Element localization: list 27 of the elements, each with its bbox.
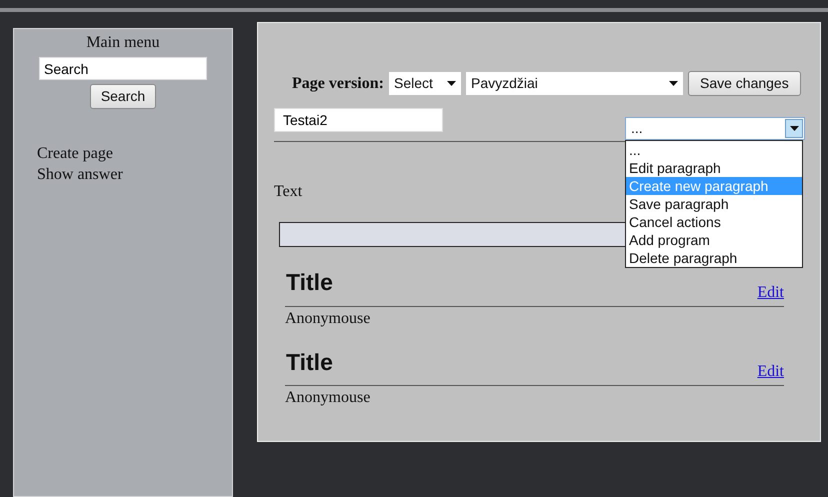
search-button[interactable]: Search xyxy=(90,84,156,109)
author-name: Anonymouse xyxy=(285,308,372,329)
caret-icon xyxy=(790,126,798,131)
search-field[interactable]: Search xyxy=(39,57,207,80)
paragraph-title: Title xyxy=(286,269,333,297)
page-version-label: Page version: xyxy=(292,74,384,94)
edit-link[interactable]: Edit xyxy=(757,280,784,305)
page-select[interactable]: Pavyzdžiai xyxy=(466,72,683,95)
text-label: Text xyxy=(274,182,302,202)
author-name: Anonymouse xyxy=(285,388,372,408)
dropdown-option[interactable]: Add program xyxy=(626,231,802,249)
paragraph-title: Title xyxy=(286,348,333,377)
menu-link[interactable]: Create page xyxy=(37,143,232,164)
dropdown-option[interactable]: Edit paragraph xyxy=(626,159,802,177)
dropdown-option[interactable]: Delete paragraph xyxy=(626,249,802,267)
version-select[interactable]: Select xyxy=(388,72,461,95)
menu-title: Main menu xyxy=(85,33,161,53)
dropdown-option[interactable]: ... xyxy=(626,141,802,159)
caret-icon xyxy=(446,81,456,86)
dropdown-option[interactable]: Save paragraph xyxy=(626,195,802,213)
menu-link[interactable]: Show answer xyxy=(37,164,232,185)
caret-icon xyxy=(668,81,678,86)
dropdown-option[interactable]: Cancel actions xyxy=(626,213,802,231)
name-field[interactable]: Testai2 xyxy=(274,108,443,132)
save-changes-button[interactable]: Save changes xyxy=(688,71,801,96)
action-select[interactable]: ... xyxy=(625,117,805,140)
edit-link[interactable]: Edit xyxy=(757,360,784,384)
